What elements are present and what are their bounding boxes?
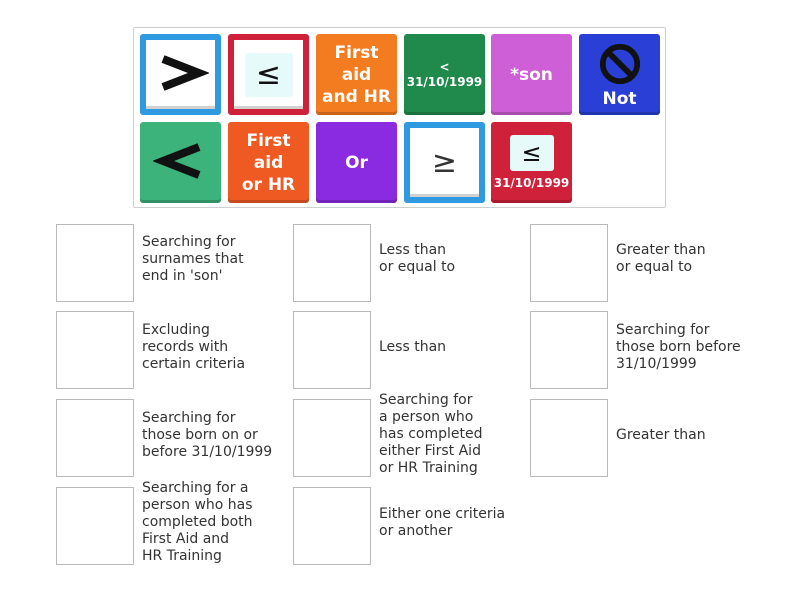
target-label: Greater than or equal to (616, 242, 706, 275)
greater-than-icon (153, 45, 210, 105)
tile-label: < 31/10/1999 (406, 59, 483, 89)
tile-first-aid-or-hr[interactable]: First aid or HR (228, 122, 309, 203)
tile-less-equal-date[interactable]: ≤ 31/10/1999 (491, 122, 572, 203)
drop-slot[interactable] (56, 311, 134, 389)
tile-inner-box: ≤ (244, 52, 293, 97)
greater-equal-icon: ≥ (431, 144, 458, 180)
tile-label: Not (602, 88, 637, 109)
tile-son[interactable]: *son (491, 34, 572, 115)
drop-slot[interactable] (293, 487, 371, 565)
target-label: Searching for surnames that end in 'son' (142, 234, 244, 284)
less-than-icon (151, 133, 209, 193)
target-label: Either one criteria or another (379, 506, 506, 539)
drop-slot[interactable] (530, 399, 608, 477)
target-label: Searching for a person who has completed… (142, 480, 253, 564)
tile-or[interactable]: Or (316, 122, 397, 203)
tile-first-aid-and-hr[interactable]: First aid and HR (316, 34, 397, 115)
tile-label: 31/10/1999 (493, 175, 570, 190)
target-label: Less than (379, 339, 447, 355)
drop-slot[interactable] (56, 224, 134, 302)
less-equal-icon: ≤ (521, 138, 542, 167)
tile-greater-equal[interactable]: ≥ (404, 122, 485, 203)
tile-less-equal[interactable]: ≤ (228, 34, 309, 115)
tile-label: First aid or HR (241, 130, 296, 195)
drop-slot[interactable] (293, 311, 371, 389)
drop-slot[interactable] (530, 224, 608, 302)
target-label: Searching for those born on or before 31… (142, 410, 273, 460)
tile-label: Or (345, 152, 368, 173)
tile-inner-box: ≤ (509, 134, 554, 171)
tile-label: First aid and HR (322, 42, 391, 107)
target-label: Less than or equal to (379, 242, 456, 275)
tile-greater-than[interactable] (140, 34, 221, 115)
tile-less-than-date[interactable]: < 31/10/1999 (404, 34, 485, 115)
drop-slot[interactable] (293, 399, 371, 477)
drop-slot[interactable] (293, 224, 371, 302)
drop-slot[interactable] (530, 311, 608, 389)
target-label: Excluding records with certain criteria (142, 322, 246, 372)
target-label: Greater than (616, 427, 706, 443)
drop-slot[interactable] (56, 399, 134, 477)
tile-not[interactable]: Not (579, 34, 660, 115)
tile-less-than[interactable] (140, 122, 221, 203)
target-label: Searching for those born before 31/10/19… (616, 322, 741, 372)
drop-slot[interactable] (56, 487, 134, 565)
no-symbol-icon (597, 42, 643, 90)
target-label: Searching for a person who has completed… (379, 392, 483, 476)
less-equal-icon: ≤ (255, 56, 282, 92)
tile-label: *son (510, 64, 553, 85)
